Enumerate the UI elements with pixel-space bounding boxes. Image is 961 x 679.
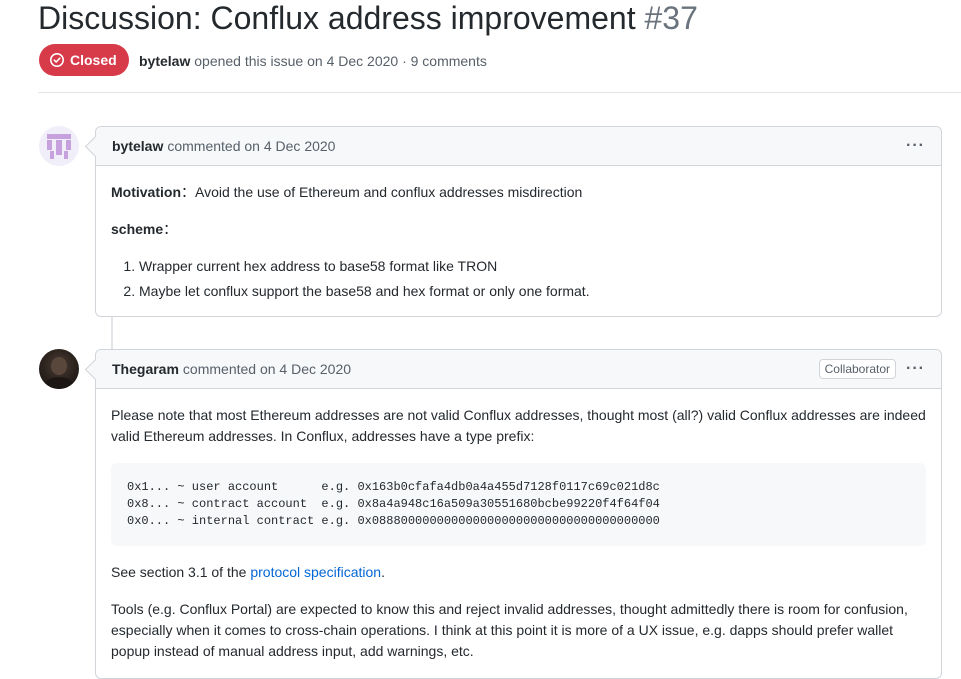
identicon-avatar-icon — [47, 134, 71, 159]
code-line: 0x1... ~ user account e.g. 0x163b0cfafa4… — [127, 480, 660, 494]
comment-1: bytelaw commented on 4 Dec 2020 ··· Moti… — [84, 126, 942, 317]
issue-meta: bytelaw opened this issue on 4 Dec 2020 … — [139, 53, 487, 69]
issue-author-link[interactable]: bytelaw — [139, 53, 190, 69]
scheme-list: Wrapper current hex address to base58 fo… — [111, 256, 926, 302]
status-badge: Closed — [39, 44, 129, 76]
status-badge-label: Closed — [70, 52, 117, 68]
scheme-suffix: ： — [163, 221, 178, 237]
scheme-label: scheme — [111, 221, 164, 237]
comment-1-header: bytelaw commented on 4 Dec 2020 ··· — [96, 127, 941, 166]
avatar-bytelaw[interactable] — [39, 126, 79, 166]
comment-2-header: Thegaram commented on 4 Dec 2020 Collabo… — [96, 350, 941, 389]
comment-2-body: Please note that most Ethereum addresses… — [96, 389, 941, 662]
scheme-paragraph: scheme： — [111, 219, 926, 240]
comment-1-body: Motivation：Avoid the use of Ethereum and… — [96, 166, 941, 302]
code-line: 0x0... ~ internal contract e.g. 0x088800… — [127, 514, 660, 528]
comment-2-paragraph-3: Tools (e.g. Conflux Portal) are expected… — [111, 601, 908, 659]
comment-2: Thegaram commented on 4 Dec 2020 Collabo… — [84, 349, 942, 679]
issue-meta-text: opened this issue on 4 Dec 2020 · 9 comm… — [194, 53, 487, 69]
motivation-paragraph: Motivation：Avoid the use of Ethereum and… — [111, 182, 926, 203]
comment-2-timestamp[interactable]: commented on 4 Dec 2020 — [183, 361, 351, 377]
avatar-thegaram[interactable] — [39, 349, 79, 389]
comment-1-author[interactable]: bytelaw — [112, 138, 163, 154]
list-item: Wrapper current hex address to base58 fo… — [139, 256, 926, 277]
collaborator-badge: Collaborator — [818, 359, 897, 379]
code-line: 0x8... ~ contract account e.g. 0x8a4a948… — [127, 497, 660, 511]
kebab-menu-icon[interactable]: ··· — [906, 137, 925, 155]
header-divider — [38, 92, 961, 93]
issue-title-text: Discussion: Conflux address improvement — [38, 0, 636, 36]
issue-title: Discussion: Conflux address improvement … — [38, 0, 698, 40]
comment-1-timestamp[interactable]: commented on 4 Dec 2020 — [167, 138, 335, 154]
motivation-label: Motivation — [111, 184, 181, 200]
motivation-text: ：Avoid the use of Ethereum and conflux a… — [181, 184, 583, 200]
protocol-spec-link[interactable]: protocol specification — [250, 564, 381, 580]
list-item: Maybe let conflux support the base58 and… — [139, 281, 926, 302]
comment-2-author[interactable]: Thegaram — [112, 361, 179, 377]
paragraph-2-before: See section 3.1 of the — [111, 564, 251, 580]
comment-2-paragraph-2: See section 3.1 of the protocol specific… — [111, 562, 926, 583]
issue-number: #37 — [644, 0, 698, 36]
user-photo-avatar-icon — [44, 357, 74, 389]
paragraph-2-after: . — [381, 564, 385, 580]
code-block: 0x1... ~ user account e.g. 0x163b0cfafa4… — [111, 463, 926, 546]
issue-closed-icon — [50, 53, 64, 67]
timeline-connector — [111, 316, 113, 350]
comment-2-paragraph-1: Please note that most Ethereum addresses… — [111, 407, 926, 444]
kebab-menu-icon[interactable]: ··· — [906, 360, 925, 378]
